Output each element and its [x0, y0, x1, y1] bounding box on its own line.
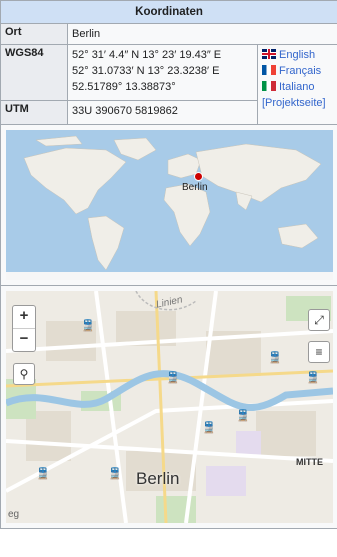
district-label: MITTE: [296, 457, 323, 467]
language-links: English Français Italiano [Projektseite]: [256, 44, 337, 125]
layers-icon[interactable]: ≡: [308, 341, 330, 363]
place-value: Berlin: [66, 23, 337, 45]
row-label-ort: Ort: [0, 23, 68, 45]
wgs84-decimal: 52.51789° 13.38873°: [72, 81, 176, 93]
table-title: Koordinaten: [135, 6, 203, 18]
zoom-out-button[interactable]: −: [13, 328, 35, 351]
world-map[interactable]: Berlin: [6, 130, 333, 280]
wgs84-values: 52° 31′ 4.4″ N 13° 23′ 19.43″ E 52° 31.0…: [67, 44, 258, 101]
transit-icon: 🚆: [306, 372, 320, 384]
coordinates-table: Koordinaten Ort Berlin WGS84 52° 31′ 4.4…: [0, 0, 337, 529]
transit-icon: 🚆: [268, 352, 282, 364]
city-map-cell: + − ⚲ ⤢ ≡ 🚆 🚆 🚆 🚆 🚆 🚆 🚆 🚆 Linien Berlin …: [0, 285, 337, 529]
zoom-in-button[interactable]: +: [13, 306, 35, 328]
utm-value: 33U 390670 5819862: [67, 100, 258, 125]
world-map-svg: [6, 135, 333, 280]
lang-link-francais[interactable]: Français: [262, 63, 333, 79]
wgs84-dm: 52° 31.0733′ N 13° 23.3238′ E: [72, 65, 220, 77]
row-label-wgs84: WGS84: [0, 44, 68, 101]
row-label-utm: UTM: [0, 100, 68, 125]
table-header: Koordinaten: [0, 0, 337, 24]
city-label: Berlin: [136, 469, 180, 488]
flag-fr-icon: [262, 65, 276, 75]
fullscreen-icon[interactable]: ⤢: [308, 309, 330, 331]
city-map[interactable]: + − ⚲ ⤢ ≡ 🚆 🚆 🚆 🚆 🚆 🚆 🚆 🚆 Linien Berlin …: [6, 291, 333, 523]
transit-icon: 🚆: [108, 468, 122, 480]
world-map-cell: Berlin: [0, 124, 337, 286]
project-page-link[interactable]: [Projektseite]: [262, 97, 326, 109]
lang-link-english[interactable]: English: [262, 47, 333, 63]
lang-link-italiano[interactable]: Italiano: [262, 79, 333, 95]
transit-icon: 🚆: [166, 372, 180, 384]
transit-icon: 🚆: [236, 410, 250, 422]
flag-it-icon: [262, 81, 276, 91]
zoom-control: + −: [12, 305, 36, 352]
corner-label: eg: [8, 509, 20, 520]
berlin-marker[interactable]: [194, 172, 203, 181]
world-map-label: Berlin: [182, 182, 208, 193]
locate-icon[interactable]: ⚲: [13, 363, 35, 385]
wgs84-dms: 52° 31′ 4.4″ N 13° 23′ 19.43″ E: [72, 49, 222, 61]
flag-uk-icon: [262, 49, 276, 59]
transit-icon: 🚆: [202, 422, 216, 434]
coordinates-infobox: Koordinaten Ort Berlin WGS84 52° 31′ 4.4…: [0, 0, 337, 557]
transit-icon: 🚆: [81, 320, 95, 332]
transit-icon: 🚆: [36, 468, 50, 480]
